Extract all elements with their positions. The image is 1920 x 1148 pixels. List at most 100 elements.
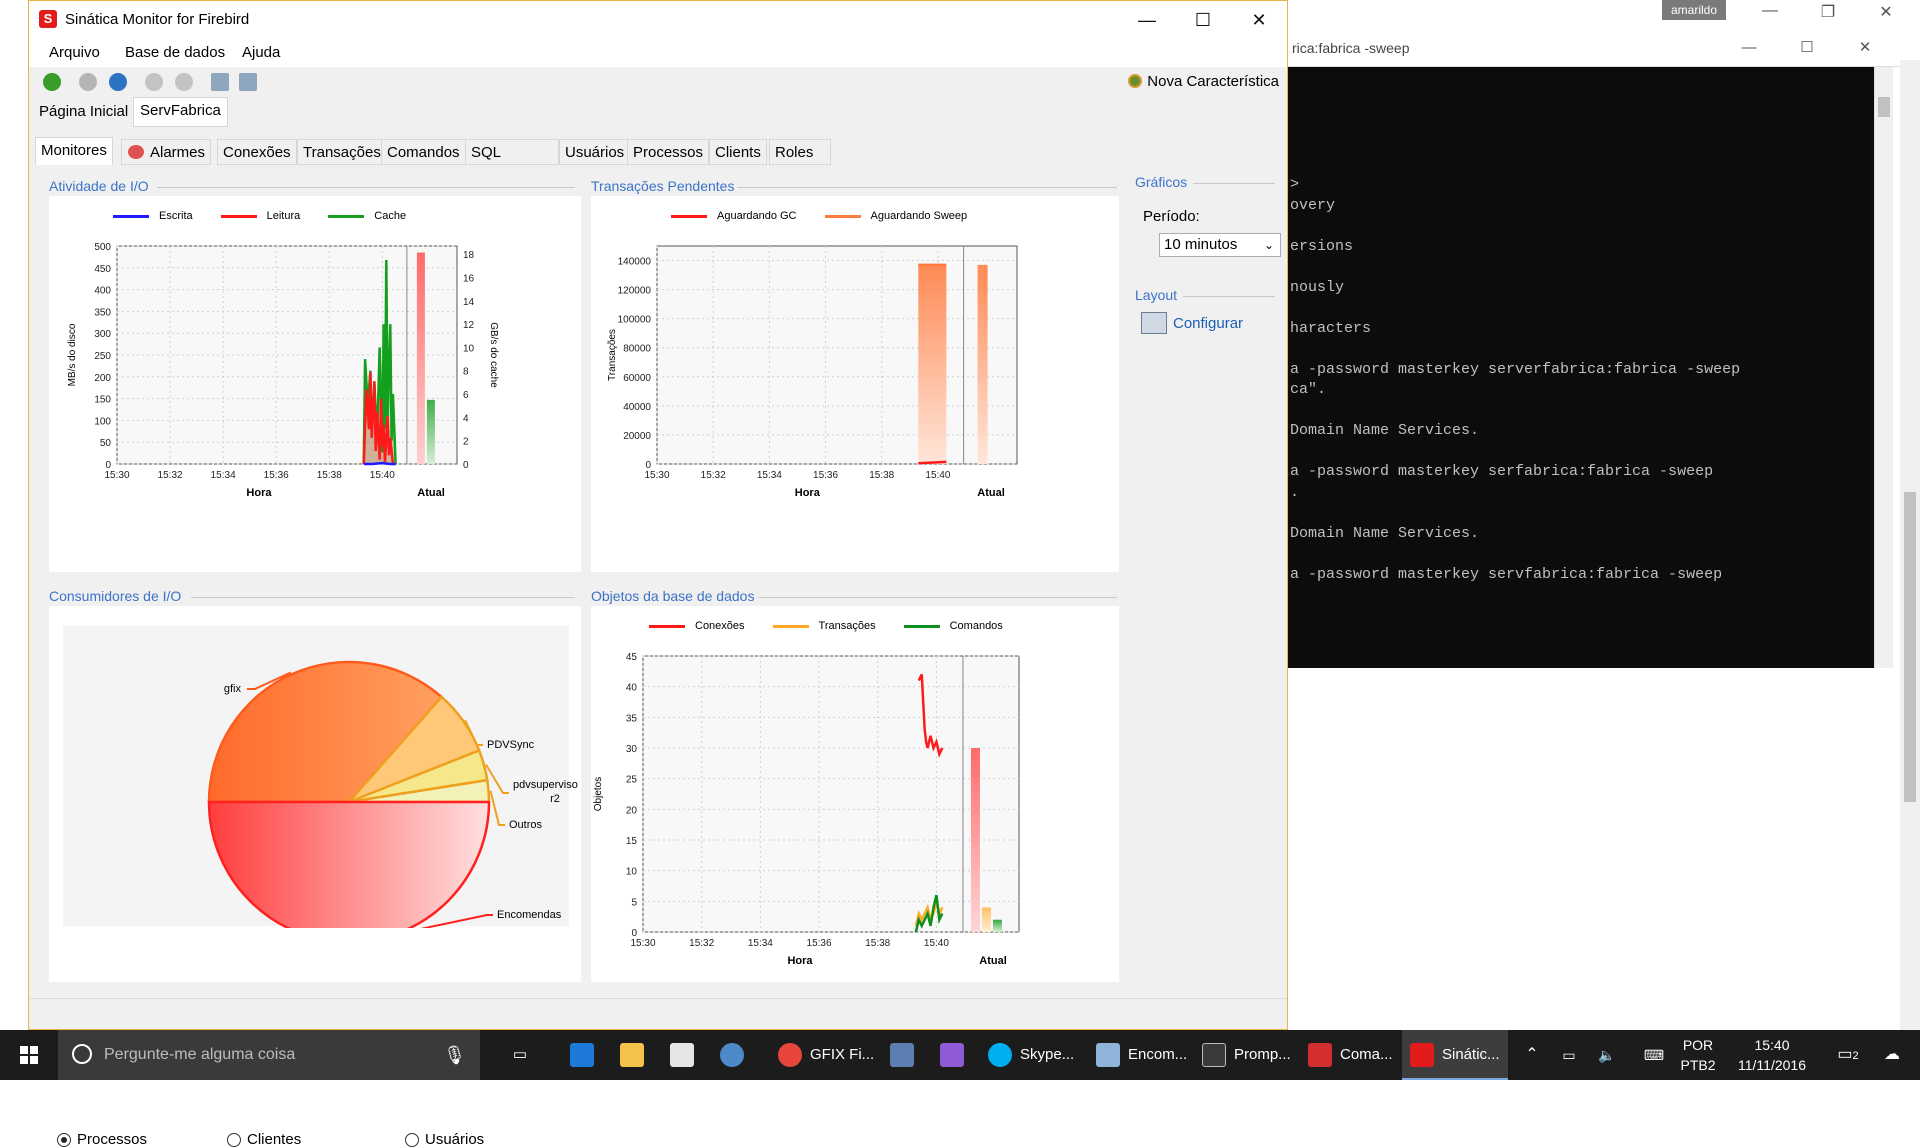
current-bar-cache — [426, 399, 435, 464]
refresh-icon[interactable] — [109, 73, 127, 91]
action-center-icon[interactable]: ▭2 — [1828, 1030, 1868, 1080]
console-line: . — [1290, 483, 1300, 501]
console-scrollbar[interactable] — [1874, 67, 1893, 668]
radio-usuarios-circle[interactable] — [405, 1132, 419, 1147]
minimize-icon[interactable]: — — [1119, 1, 1175, 39]
tab-transacoes[interactable]: Transações — [297, 139, 387, 165]
volume-icon[interactable]: 🔈 — [1590, 1030, 1624, 1080]
store-icon[interactable] — [660, 1030, 704, 1080]
taskbar-app-comandos[interactable]: Coma... — [1300, 1030, 1400, 1080]
atual-label: Atual — [979, 955, 1007, 967]
feature-icon — [1128, 74, 1143, 88]
console-line: haracters — [1290, 319, 1372, 337]
nova-caracteristica-button[interactable]: Nova Característica — [1128, 73, 1279, 90]
radio-processos-circle[interactable] — [57, 1132, 71, 1147]
chevron-up-icon[interactable]: ⌃ — [1518, 1030, 1546, 1080]
edge-icon[interactable] — [560, 1030, 604, 1080]
taskbar-app-encomendas[interactable]: Encom... — [1088, 1030, 1192, 1080]
thunderbird-icon[interactable] — [710, 1030, 754, 1080]
io-activity-chart: 0 50 100 150 200 250 300 350 400 450 500 15:30 15:32… — [67, 242, 499, 499]
language-indicator[interactable]: POR PTB2 — [1678, 1030, 1718, 1085]
console-line: ersions — [1290, 237, 1354, 255]
network-icon[interactable]: ▭ — [1552, 1030, 1586, 1080]
disconnect-icon[interactable] — [79, 73, 97, 91]
taskbar-app-sinatica[interactable]: Sinátic... — [1402, 1030, 1508, 1080]
console-close-icon[interactable]: ✕ — [1842, 30, 1888, 66]
menu-base-de-dados[interactable]: Base de dados — [125, 44, 225, 61]
main-window: S Sinática Monitor for Firebird — ☐ ✕ Ar… — [28, 0, 1288, 1148]
console-scroll-thumb[interactable] — [1878, 97, 1890, 117]
legend-comandos: Comandos — [903, 620, 1003, 632]
taskbar-app-skype[interactable]: Skype... — [980, 1030, 1086, 1080]
tab-pagina-inicial[interactable]: Página Inicial — [33, 99, 134, 125]
page-scroll-thumb[interactable] — [1904, 492, 1916, 802]
x-tick-label: 15:32 — [689, 938, 714, 949]
bg-restore-icon[interactable]: ❐ — [1808, 2, 1848, 22]
report-icon[interactable] — [211, 73, 229, 91]
window-title: Sinática Monitor for Firebird — [65, 11, 250, 28]
bg-minimize-icon[interactable]: — — [1750, 2, 1790, 20]
db-legend: Conexões Transações Comandos — [649, 620, 1031, 632]
tab-sql[interactable]: SQL — [465, 139, 559, 165]
pending-tx-title: Transações Pendentes — [591, 178, 735, 194]
y-tick-label: 100000 — [618, 315, 652, 326]
taskbar-app-prompt[interactable]: Promp... — [1194, 1030, 1298, 1080]
file-explorer-icon[interactable] — [610, 1030, 654, 1080]
microphone-icon[interactable]: 🎙 — [443, 1030, 466, 1080]
connect-icon[interactable] — [43, 73, 61, 91]
console-minimize-icon[interactable]: — — [1726, 30, 1772, 66]
periodo-select[interactable]: 10 minutos ⌄ — [1159, 233, 1281, 257]
titlebar[interactable]: S Sinática Monitor for Firebird — ☐ ✕ — [29, 1, 1287, 39]
export-icon[interactable] — [239, 73, 257, 91]
tab-clients[interactable]: Clients — [709, 139, 767, 165]
y-axis-label: Transações — [607, 329, 618, 381]
tab-servfabrica[interactable]: ServFabrica — [133, 97, 228, 127]
tab-alarmes[interactable]: Alarmes — [121, 139, 212, 165]
maximize-icon[interactable]: ☐ — [1175, 1, 1231, 39]
taskbar-app-gfix[interactable]: GFIX Fi... — [770, 1030, 880, 1080]
y-tick-label: 120000 — [618, 286, 652, 297]
console-window[interactable]: rica:fabrica -sweep — ☐ ✕ > overy ersions n… — [1288, 30, 1900, 668]
console-line: > — [1290, 176, 1300, 193]
io-consumers-pie: gfix PDVSync pdvsuperviso r2 Outros Encomenda… — [63, 626, 578, 928]
series-line-aguardando-gc — [918, 460, 947, 465]
tab-monitores[interactable]: Monitores — [35, 137, 113, 165]
pie-label: Outros — [509, 819, 543, 831]
configurar-link[interactable]: Configurar — [1141, 312, 1243, 334]
bg-close-icon[interactable]: ✕ — [1866, 2, 1906, 22]
radio-usuarios[interactable]: Usuários — [405, 1131, 484, 1148]
x-tick-label: 15:32 — [158, 470, 183, 481]
console-line: ca". — [1290, 381, 1327, 398]
task-view-icon[interactable]: ▭ — [500, 1030, 540, 1080]
console-titlebar[interactable]: rica:fabrica -sweep — ☐ ✕ — [1288, 30, 1900, 67]
db-objects-chart: 05101520253035404515:30 15:32 15:34 15:36 15… — [593, 652, 1020, 967]
windows-start-icon[interactable] — [0, 1030, 58, 1080]
pause-icon[interactable] — [145, 73, 163, 91]
tab-usuarios[interactable]: Usuários — [559, 139, 631, 165]
radio-clientes[interactable]: Clientes — [227, 1131, 301, 1148]
cloud-icon[interactable]: ☁ — [1872, 1030, 1912, 1080]
console-maximize-icon[interactable]: ☐ — [1784, 30, 1830, 66]
cortana-search[interactable]: Pergunte-me alguma coisa 🎙 — [58, 1030, 480, 1080]
tab-alarmes-label: Alarmes — [150, 144, 206, 161]
radio-clientes-circle[interactable] — [227, 1132, 241, 1147]
console-line: overy — [1290, 196, 1336, 214]
radio-processos[interactable]: Processos — [57, 1131, 147, 1148]
clock[interactable]: 15:40 11/11/2016 — [1726, 1030, 1818, 1085]
close-icon[interactable]: ✕ — [1231, 1, 1287, 39]
stop-icon[interactable] — [175, 73, 193, 91]
console-line: nously — [1290, 278, 1345, 296]
y-tick-label: 450 — [94, 264, 111, 275]
page-scrollbar[interactable] — [1900, 60, 1920, 1030]
tab-processos[interactable]: Processos — [627, 139, 710, 165]
network-tool-icon[interactable] — [880, 1030, 924, 1080]
keyboard-icon[interactable]: ⌨ — [1634, 1030, 1674, 1080]
tab-roles[interactable]: Roles — [769, 139, 831, 165]
menu-ajuda[interactable]: Ajuda — [242, 44, 280, 61]
console-line: a -password masterkey serverfabrica:fabr… — [1290, 360, 1741, 378]
tab-comandos[interactable]: Comandos — [381, 139, 466, 165]
console-title: rica:fabrica -sweep — [1292, 40, 1410, 56]
visual-studio-icon[interactable] — [930, 1030, 974, 1080]
tab-conexoes[interactable]: Conexões — [217, 139, 297, 165]
menu-arquivo[interactable]: Arquivo — [49, 44, 100, 61]
